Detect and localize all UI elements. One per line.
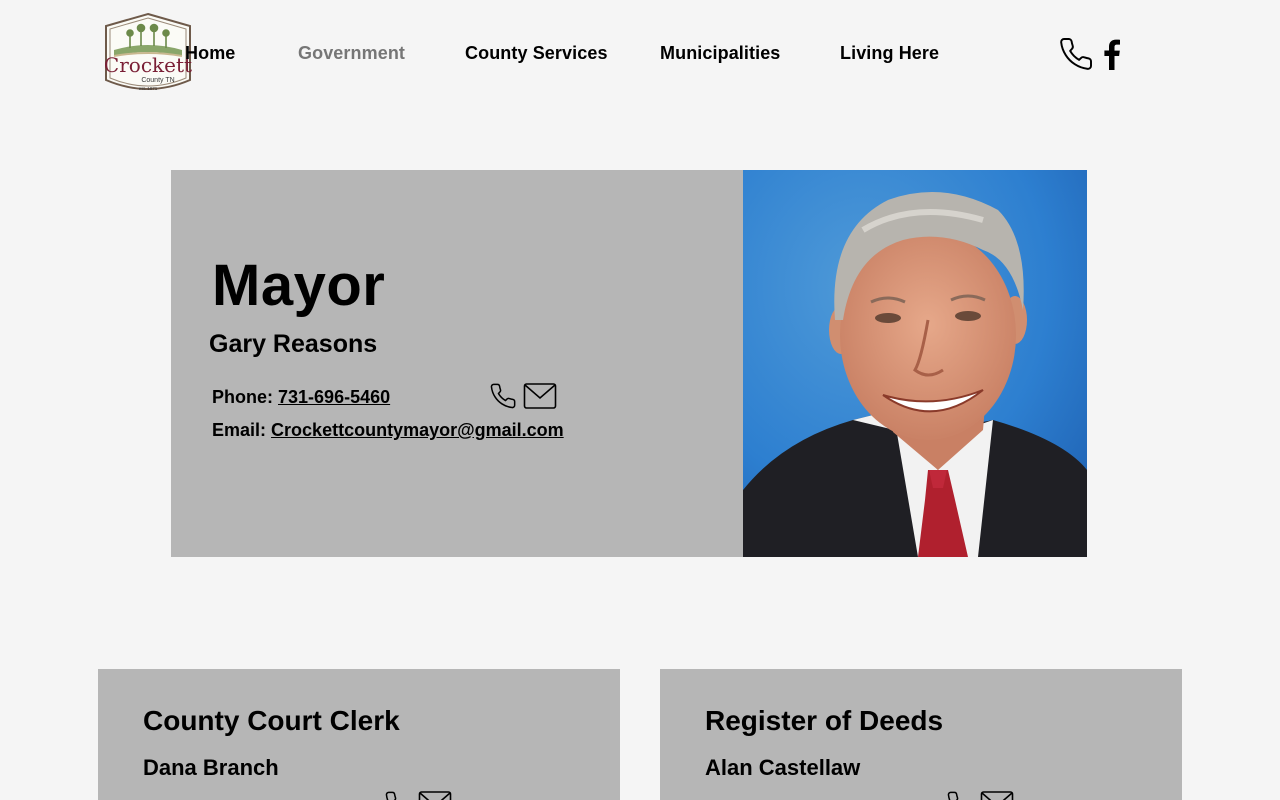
mayor-email-link[interactable]: Crockettcountymayor@gmail.com [271, 420, 564, 440]
nav-municipalities[interactable]: Municipalities [660, 43, 780, 64]
office-contact-icons [384, 790, 454, 800]
nav-home[interactable]: Home [185, 43, 235, 64]
mayor-phone-line: Phone: 731-696-5460 [212, 387, 390, 408]
office-title: County Court Clerk [143, 705, 400, 736]
phone-icon[interactable] [489, 382, 517, 415]
office-holder-name: Alan Castellaw [705, 755, 861, 780]
nav-county-services[interactable]: County Services [465, 43, 608, 64]
office-contact-icons [946, 790, 1016, 800]
svg-text:Crockett: Crockett [104, 53, 192, 77]
mayor-card: Mayor Gary Reasons Phone: 731-696-5460 E… [171, 170, 743, 557]
mayor-email-line: Email: Crockettcountymayor@gmail.com [212, 420, 564, 441]
mail-icon[interactable] [980, 790, 1014, 800]
svg-text:est. 1871: est. 1871 [139, 86, 158, 91]
mayor-name: Gary Reasons [209, 330, 378, 358]
mayor-portrait-photo [743, 170, 1087, 557]
email-label: Email: [212, 420, 267, 440]
county-court-clerk-card: County Court Clerk Dana Branch [98, 669, 620, 800]
crockett-county-logo[interactable]: Crockett County TN est. 1871 [100, 12, 196, 96]
nav-government[interactable]: Government [298, 43, 405, 64]
mayor-phone-link[interactable]: 731-696-5460 [278, 387, 390, 407]
phone-label: Phone: [212, 387, 273, 407]
office-title: Register of Deeds [705, 705, 944, 736]
svg-text:County TN: County TN [141, 77, 174, 84]
site-header: Crockett County TN est. 1871 Home Govern… [0, 0, 1280, 110]
facebook-icon[interactable] [1100, 38, 1122, 70]
office-holder-name: Dana Branch [143, 755, 279, 780]
nav-living-here[interactable]: Living Here [840, 43, 939, 64]
mail-icon[interactable] [523, 382, 557, 415]
mail-icon[interactable] [418, 790, 452, 800]
mayor-contact-icons [489, 380, 559, 412]
mayor-title: Mayor [212, 253, 386, 318]
phone-icon[interactable] [1058, 36, 1094, 72]
register-of-deeds-card: Register of Deeds Alan Castellaw [660, 669, 1182, 800]
phone-icon[interactable] [946, 790, 974, 800]
phone-icon[interactable] [384, 790, 412, 800]
